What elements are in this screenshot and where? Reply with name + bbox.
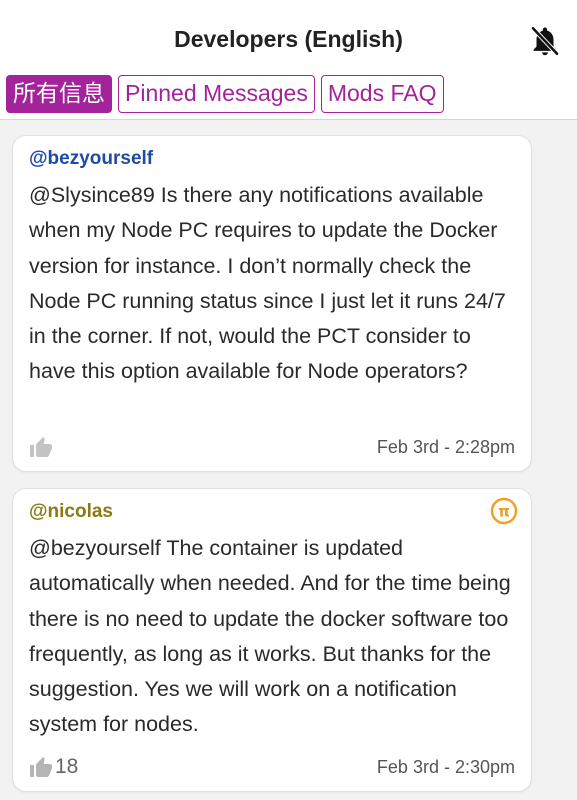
- thumbs-up-icon[interactable]: [29, 436, 53, 458]
- message-card: @nicolas π @bezyourself The container is…: [12, 488, 532, 792]
- message-card: @bezyourself @Slysince89 Is there any no…: [12, 135, 532, 472]
- tab-all-messages[interactable]: 所有信息: [6, 75, 112, 113]
- svg-text:π: π: [498, 503, 510, 521]
- channel-title: Developers (English): [174, 26, 403, 52]
- tab-pinned-messages[interactable]: Pinned Messages: [118, 75, 315, 113]
- thumbs-up-icon[interactable]: [29, 756, 53, 778]
- like-count: 18: [55, 755, 79, 778]
- chat-header: Developers (English) 所有信息 Pinned Message…: [0, 0, 577, 120]
- tab-bar: 所有信息 Pinned Messages Mods FAQ: [6, 75, 444, 113]
- pi-coin-icon: π: [490, 497, 518, 525]
- bell-off-icon[interactable]: [528, 24, 562, 58]
- message-text: @bezyourself The container is updated au…: [29, 536, 511, 737]
- message-text: @Slysince89 Is there any notifications a…: [29, 183, 506, 384]
- tab-mods-faq[interactable]: Mods FAQ: [320, 75, 444, 113]
- message-timestamp: Feb 3rd - 2:30pm: [376, 757, 515, 777]
- message-username[interactable]: @bezyourself: [29, 148, 153, 170]
- message-timestamp: Feb 3rd - 2:28pm: [376, 437, 515, 457]
- message-username[interactable]: @nicolas: [29, 501, 113, 523]
